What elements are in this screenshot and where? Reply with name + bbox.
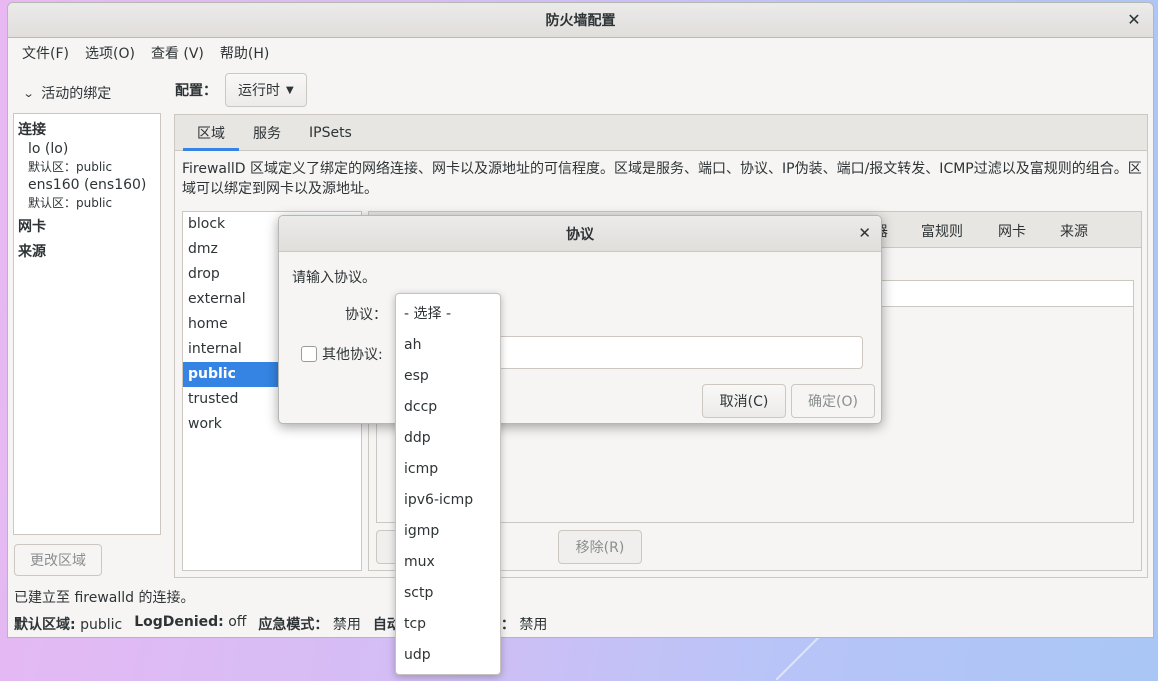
protocol-option-mux[interactable]: mux	[396, 547, 500, 578]
menubar: 文件(F) 选项(O) 查看 (V) 帮助(H)	[8, 38, 1153, 68]
other-protocol-input[interactable]	[489, 336, 863, 369]
dropdown-arrow-icon: ▼	[286, 84, 294, 96]
protocol-option-ddp[interactable]: ddp	[396, 423, 500, 454]
config-label: 配置：	[175, 83, 217, 99]
tab-rich-rules[interactable]: 富规则	[921, 221, 963, 241]
sources-heading[interactable]: 来源	[14, 236, 160, 261]
default-zone-value: public	[80, 617, 123, 633]
tab-interfaces[interactable]: 网卡	[998, 221, 1026, 241]
protocol-label: 协议：	[345, 307, 387, 323]
status-connection: 已建立至 firewalld 的连接。	[14, 590, 195, 606]
tab-sources[interactable]: 来源	[1060, 221, 1088, 241]
active-bindings-expander[interactable]: ⌄ 活动的绑定	[22, 83, 112, 103]
menu-view[interactable]: 查看 (V)	[143, 43, 212, 63]
protocol-option-udp[interactable]: udp	[396, 640, 500, 671]
status-log-denied: LogDenied: off	[134, 614, 246, 634]
tab-zones[interactable]: 区域	[183, 115, 239, 151]
main-tabs: 区域 服务 IPSets	[175, 115, 1147, 151]
protocol-option-tcp[interactable]: tcp	[396, 609, 500, 640]
interfaces-heading[interactable]: 网卡	[14, 211, 160, 236]
connection-name: ens160 (ens160)	[28, 177, 147, 193]
ok-button[interactable]: 确定(O)	[791, 384, 875, 418]
config-mode-dropdown[interactable]: 运行时 ▼	[225, 73, 307, 107]
protocol-option-ah[interactable]: ah	[396, 330, 500, 361]
remove-button[interactable]: 移除(R)	[558, 530, 642, 564]
other-protocol-label: 其他协议:	[322, 347, 383, 363]
dialog-title: 协议	[566, 226, 594, 243]
cancel-button[interactable]: 取消(C)	[702, 384, 786, 418]
menu-help[interactable]: 帮助(H)	[212, 43, 277, 63]
dialog-prompt: 请输入协议。	[292, 270, 376, 286]
zone-description: FirewallD 区域定义了绑定的网络连接、网卡以及源地址的可信程度。区域是服…	[182, 161, 1142, 197]
config-row: 配置： 运行时 ▼	[175, 73, 307, 107]
menu-file[interactable]: 文件(F)	[14, 43, 77, 63]
connections-heading[interactable]: 连接	[14, 114, 160, 139]
active-bindings-label: 活动的绑定	[41, 86, 112, 102]
other-protocol-checkbox-row[interactable]: 其他协议:	[301, 344, 383, 364]
window-title: 防火墙配置	[545, 13, 616, 29]
connection-item[interactable]: ens160 (ens160) 默认区：public	[14, 177, 160, 211]
connection-zone: 默认区：public	[28, 196, 113, 210]
protocol-option-icmp[interactable]: icmp	[396, 454, 500, 485]
protocol-dialog: 协议 ✕ 请输入协议。 协议： 其他协议: 取消(C) 确定(O)	[278, 215, 882, 424]
protocol-option-esp[interactable]: esp	[396, 361, 500, 392]
panic-value: 禁用	[332, 617, 361, 633]
close-icon[interactable]: ✕	[858, 224, 871, 242]
status-default-zone: 默认区域: public	[14, 614, 122, 634]
log-denied-value: off	[228, 614, 247, 630]
protocol-dropdown-list: - 选择 - ah esp dccp ddp icmp ipv6-icmp ig…	[395, 293, 501, 675]
connection-item[interactable]: lo (lo) 默认区：public	[14, 141, 160, 175]
default-zone-label: 默认区域:	[14, 617, 76, 633]
chevron-down-icon: ⌄	[22, 86, 35, 100]
other-protocol-checkbox[interactable]	[301, 346, 317, 362]
protocol-option-sctp[interactable]: sctp	[396, 578, 500, 609]
protocol-option-select[interactable]: - 选择 -	[396, 299, 500, 330]
change-zone-button[interactable]: 更改区域	[14, 544, 102, 576]
dialog-titlebar: 协议 ✕	[279, 216, 881, 252]
config-mode-value: 运行时	[238, 83, 280, 99]
connection-name: lo (lo)	[28, 141, 69, 157]
titlebar: 防火墙配置 ✕	[8, 3, 1153, 38]
tab-ipsets[interactable]: IPSets	[295, 115, 366, 150]
lockdown-value: 禁用	[519, 617, 548, 633]
log-denied-label: LogDenied:	[134, 614, 224, 630]
protocol-option-ipv6-icmp[interactable]: ipv6-icmp	[396, 485, 500, 516]
left-panel: ⌄ 活动的绑定 连接 lo (lo) 默认区：public ens160 (en…	[8, 79, 168, 579]
bindings-list: 连接 lo (lo) 默认区：public ens160 (ens160) 默认…	[13, 113, 161, 535]
status-panic: 应急模式： 禁用	[258, 614, 360, 634]
menu-options[interactable]: 选项(O)	[77, 43, 143, 63]
protocol-option-igmp[interactable]: igmp	[396, 516, 500, 547]
tab-services[interactable]: 服务	[239, 115, 295, 150]
protocol-option-dccp[interactable]: dccp	[396, 392, 500, 423]
connection-zone: 默认区：public	[28, 160, 113, 174]
panic-label: 应急模式：	[258, 617, 329, 633]
close-icon[interactable]: ✕	[1125, 11, 1143, 29]
